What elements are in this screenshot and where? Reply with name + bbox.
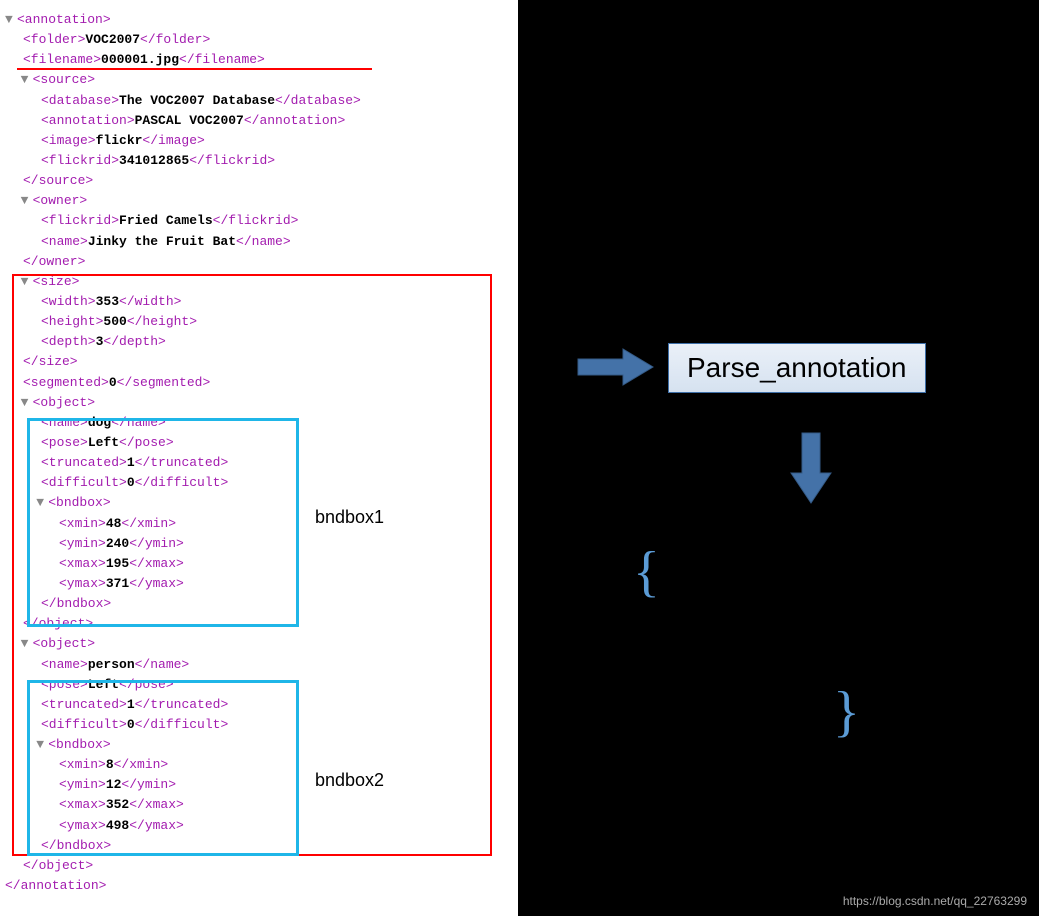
- folder-line: <folder>VOC2007</folder>: [23, 30, 513, 50]
- disclosure-triangle-icon[interactable]: ▼: [5, 10, 17, 30]
- object1-ymin: <ymin>240</ymin>: [59, 534, 513, 554]
- arrow-right-icon: [573, 345, 658, 390]
- annotation-close: </annotation>: [5, 876, 513, 896]
- object1-xmax: <xmax>195</xmax>: [59, 554, 513, 574]
- disclosure-triangle-icon[interactable]: ▼: [21, 393, 33, 413]
- object2-bndbox-close: </bndbox>: [41, 836, 513, 856]
- object2-name: <name>person</name>: [41, 655, 513, 675]
- source-close: </source>: [23, 171, 513, 191]
- bndbox1-label: bndbox1: [315, 507, 384, 528]
- size-height: <height>500</height>: [41, 312, 513, 332]
- source-open: ▼<source>: [5, 70, 513, 90]
- segmented-line: <segmented>0</segmented>: [23, 373, 513, 393]
- object2-truncated: <truncated>1</truncated>: [41, 695, 513, 715]
- disclosure-triangle-icon[interactable]: ▼: [36, 735, 48, 755]
- disclosure-triangle-icon[interactable]: ▼: [21, 272, 33, 292]
- object2-xmin: <xmin>8</xmin>: [59, 755, 513, 775]
- source-image: <image>flickr</image>: [41, 131, 513, 151]
- object1-open: ▼<object>: [5, 393, 513, 413]
- source-database: <database>The VOC2007 Database</database…: [41, 91, 513, 111]
- size-close: </size>: [23, 352, 513, 372]
- brace-right-icon: }: [833, 680, 860, 744]
- object2-open: ▼<object>: [5, 634, 513, 654]
- object2-difficult: <difficult>0</difficult>: [41, 715, 513, 735]
- watermark-text: https://blog.csdn.net/qq_22763299: [843, 894, 1027, 908]
- source-flickrid: <flickrid>341012865</flickrid>: [41, 151, 513, 171]
- object1-xmin: <xmin>48</xmin>: [59, 514, 513, 534]
- object2-pose: <pose>Left</pose>: [41, 675, 513, 695]
- object2-ymin: <ymin>12</ymin>: [59, 775, 513, 795]
- diagram-panel: Parse_annotation { } https://blog.csdn.n…: [518, 0, 1039, 916]
- annotation-open: ▼<annotation>: [5, 10, 513, 30]
- size-width: <width>353</width>: [41, 292, 513, 312]
- bndbox2-label: bndbox2: [315, 770, 384, 791]
- filename-underline: [17, 68, 372, 70]
- object1-pose: <pose>Left</pose>: [41, 433, 513, 453]
- owner-flickrid: <flickrid>Fried Camels</flickrid>: [41, 211, 513, 231]
- size-open: ▼<size>: [5, 272, 513, 292]
- disclosure-triangle-icon[interactable]: ▼: [21, 634, 33, 654]
- parse-annotation-box: Parse_annotation: [668, 343, 926, 393]
- owner-name: <name>Jinky the Fruit Bat</name>: [41, 232, 513, 252]
- object1-bndbox-open: ▼<bndbox>: [5, 493, 513, 513]
- object1-close: </object>: [23, 614, 513, 634]
- owner-open: ▼<owner>: [5, 191, 513, 211]
- disclosure-triangle-icon[interactable]: ▼: [21, 191, 33, 211]
- xml-tree: ▼<annotation> <folder>VOC2007</folder> <…: [5, 10, 513, 896]
- object2-bndbox-open: ▼<bndbox>: [5, 735, 513, 755]
- object2-close: </object>: [23, 856, 513, 876]
- disclosure-triangle-icon[interactable]: ▼: [36, 493, 48, 513]
- arrow-down-icon: [786, 428, 836, 512]
- owner-close: </owner>: [23, 252, 513, 272]
- xml-panel: ▼<annotation> <folder>VOC2007</folder> <…: [0, 0, 518, 916]
- disclosure-triangle-icon[interactable]: ▼: [21, 70, 33, 90]
- object2-xmax: <xmax>352</xmax>: [59, 795, 513, 815]
- brace-left-icon: {: [633, 540, 660, 604]
- object1-bndbox-close: </bndbox>: [41, 594, 513, 614]
- object1-name: <name>dog</name>: [41, 413, 513, 433]
- object1-truncated: <truncated>1</truncated>: [41, 453, 513, 473]
- object1-ymax: <ymax>371</ymax>: [59, 574, 513, 594]
- object2-ymax: <ymax>498</ymax>: [59, 816, 513, 836]
- size-depth: <depth>3</depth>: [41, 332, 513, 352]
- object1-difficult: <difficult>0</difficult>: [41, 473, 513, 493]
- source-annotation: <annotation>PASCAL VOC2007</annotation>: [41, 111, 513, 131]
